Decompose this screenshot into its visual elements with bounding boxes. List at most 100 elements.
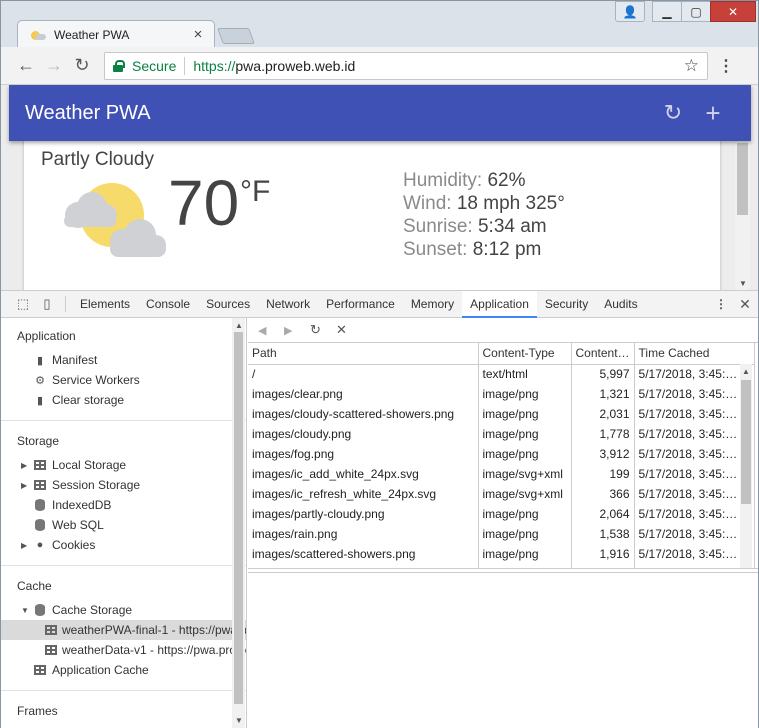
refresh-icon[interactable]: ↻ [661, 100, 685, 126]
inspect-element-icon[interactable]: ⬚ [11, 292, 35, 316]
sidebar-item-service-workers[interactable]: ⚙ Service Workers [1, 370, 246, 390]
sidebar-item-web-sql[interactable]: Web SQL [1, 515, 246, 535]
column-header-content-length[interactable]: Content… [571, 343, 635, 365]
sidebar-item-label: Web SQL [52, 518, 104, 532]
page-scrollbar[interactable]: ▼ [735, 141, 750, 290]
cell-content-length: 1,538 [571, 524, 635, 544]
cache-table-body: / text/html 5,997 5/17/2018, 3:45:… images/c… [248, 364, 755, 568]
table-row[interactable]: images/ic_add_white_24px.svg image/svg+xm… [248, 464, 755, 484]
cell-time-cached: 5/17/2018, 3:45:… [634, 424, 755, 444]
forward-arrow-icon[interactable]: → [40, 52, 68, 80]
column-header-path[interactable]: Path [248, 343, 479, 365]
sidebar-item-indexeddb[interactable]: IndexedDB [1, 495, 246, 515]
bookmark-star-icon[interactable]: ☆ [684, 56, 699, 76]
cell-path: images/ic_refresh_white_24px.svg [248, 484, 479, 504]
table-row[interactable]: / text/html 5,997 5/17/2018, 3:45:… [248, 364, 755, 384]
tab-security[interactable]: Security [537, 291, 596, 318]
scroll-up-arrow-icon[interactable]: ▲ [742, 367, 750, 376]
device-toolbar-icon[interactable]: ▯ [35, 292, 59, 316]
browser-menu-icon[interactable]: ⋮ [713, 56, 739, 76]
trash-icon: ▮ [36, 394, 44, 407]
table-row[interactable]: images/sleet.pngimage/png1,3575/17/2018,… [248, 564, 755, 568]
sidebar-item-cache-storage[interactable]: ▼ Cache Storage [1, 600, 246, 620]
user-profile-icon[interactable]: 👤 [615, 1, 645, 22]
cache-toolbar: ◀ ▶ ↻ ✕ [248, 318, 758, 343]
address-bar[interactable]: Secure https:// pwa.proweb.web.id ☆ [104, 51, 708, 80]
tab-audits[interactable]: Audits [596, 291, 645, 318]
cell-content-type: text/html [478, 364, 572, 384]
title-bar: Weather PWA × 👤 ▁ ▢ ✕ [1, 1, 758, 48]
refresh-cache-icon[interactable]: ↻ [310, 322, 336, 338]
tab-performance[interactable]: Performance [318, 291, 403, 318]
table-scrollbar[interactable]: ▲ ▼ [740, 364, 752, 568]
cell-content-type: image/png [478, 524, 572, 544]
table-scrollbar-thumb[interactable] [741, 380, 751, 504]
scroll-down-arrow-icon[interactable]: ▼ [739, 279, 747, 288]
app-title: Weather PWA [25, 101, 151, 124]
cell-path: images/fog.png [248, 444, 479, 464]
sidebar-scrollbar[interactable]: ▲ ▼ [232, 318, 245, 728]
new-tab-button[interactable] [217, 28, 255, 44]
table-row[interactable]: images/clear.png image/png 1,321 5/17/2018,… [248, 384, 755, 404]
tab-sources[interactable]: Sources [198, 291, 258, 318]
close-devtools-icon[interactable]: ✕ [732, 296, 758, 313]
scroll-up-arrow-icon[interactable]: ▲ [235, 321, 243, 330]
sidebar-item-local-storage[interactable]: ▶ Local Storage [1, 455, 246, 475]
table-row[interactable]: images/rain.png image/png 1,538 5/17/2018, … [248, 524, 755, 544]
tab-console[interactable]: Console [138, 291, 198, 318]
document-icon: ▮ [36, 354, 44, 367]
table-row[interactable]: images/partly-cloudy.png image/png 2,064 5/… [248, 504, 755, 524]
minimize-button[interactable]: ▁ [652, 1, 682, 22]
cell-content-length: 366 [571, 484, 635, 504]
column-header-content-type[interactable]: Content-Type [478, 343, 572, 365]
sidebar-item-cache-weatherdata[interactable]: weatherData-v1 - https://pwa.proweb.web.… [1, 640, 246, 660]
previous-page-icon[interactable]: ◀ [258, 324, 284, 337]
tab-network[interactable]: Network [258, 291, 318, 318]
back-arrow-icon[interactable]: ← [12, 52, 40, 80]
maximize-button[interactable]: ▢ [681, 1, 711, 22]
delete-entry-icon[interactable]: ✕ [336, 322, 362, 338]
expand-triangle-icon[interactable]: ▶ [21, 481, 31, 490]
cache-viewer: ◀ ▶ ↻ ✕ Path Content-Type Content… Time … [248, 318, 758, 728]
expand-triangle-icon[interactable]: ▶ [21, 541, 31, 550]
table-row[interactable]: images/cloudy-scattered-showers.png image… [248, 404, 755, 424]
table-row[interactable]: images/cloudy.png image/png 1,778 5/17/2018… [248, 424, 755, 444]
devtools-menu-icon[interactable]: ⋮ [710, 297, 732, 311]
reload-icon[interactable]: ↻ [68, 52, 96, 80]
cell-content-length: 1,321 [571, 384, 635, 404]
sidebar-item-manifest[interactable]: ▮ Manifest [1, 350, 246, 370]
database-icon [33, 603, 47, 617]
table-row[interactable]: images/scattered-showers.png image/png 1,9… [248, 544, 755, 564]
sidebar-item-application-cache[interactable]: Application Cache [1, 660, 246, 680]
collapse-triangle-icon[interactable]: ▼ [21, 606, 31, 615]
close-window-button[interactable]: ✕ [710, 1, 756, 22]
sidebar-item-label: Clear storage [52, 393, 125, 407]
tab-elements[interactable]: Elements [72, 291, 138, 318]
sidebar-item-cookies[interactable]: ▶ ● Cookies [1, 535, 246, 555]
tab-application[interactable]: Application [462, 290, 537, 318]
sidebar-item-session-storage[interactable]: ▶ Session Storage [1, 475, 246, 495]
add-icon[interactable]: + [701, 98, 725, 129]
cell-path: images/scattered-showers.png [248, 544, 479, 564]
weather-favicon-icon [30, 29, 46, 41]
cell-path: images/ic_add_white_24px.svg [248, 464, 479, 484]
sidebar-scrollbar-thumb[interactable] [234, 332, 243, 704]
expand-triangle-icon[interactable]: ▶ [21, 461, 31, 470]
browser-tab[interactable]: Weather PWA × [17, 20, 215, 48]
table-row[interactable]: images/fog.png image/png 3,912 5/17/2018, 3… [248, 444, 755, 464]
table-row[interactable]: images/ic_refresh_white_24px.svg image/sv… [248, 484, 755, 504]
column-header-time-cached[interactable]: Time Cached [634, 343, 755, 365]
cache-table: Path Content-Type Content… Time Cached /… [248, 343, 755, 568]
page-scrollbar-thumb[interactable] [737, 143, 748, 215]
next-page-icon[interactable]: ▶ [284, 324, 310, 337]
sidebar-item-cache-weatherpwa[interactable]: weatherPWA-final-1 - https://pwa.proweb.… [1, 620, 246, 640]
lock-icon [113, 59, 125, 72]
tab-memory[interactable]: Memory [403, 291, 462, 318]
close-tab-icon[interactable]: × [188, 26, 208, 43]
sidebar-item-clear-storage[interactable]: ▮ Clear storage [1, 390, 246, 410]
cell-time-cached: 5/17/2018, 3:45:… [634, 364, 755, 384]
cell-content-type: image/svg+xml [478, 464, 572, 484]
sunset-label: Sunset: [403, 239, 468, 260]
cell-path: images/clear.png [248, 384, 479, 404]
scroll-down-arrow-icon[interactable]: ▼ [235, 716, 243, 725]
